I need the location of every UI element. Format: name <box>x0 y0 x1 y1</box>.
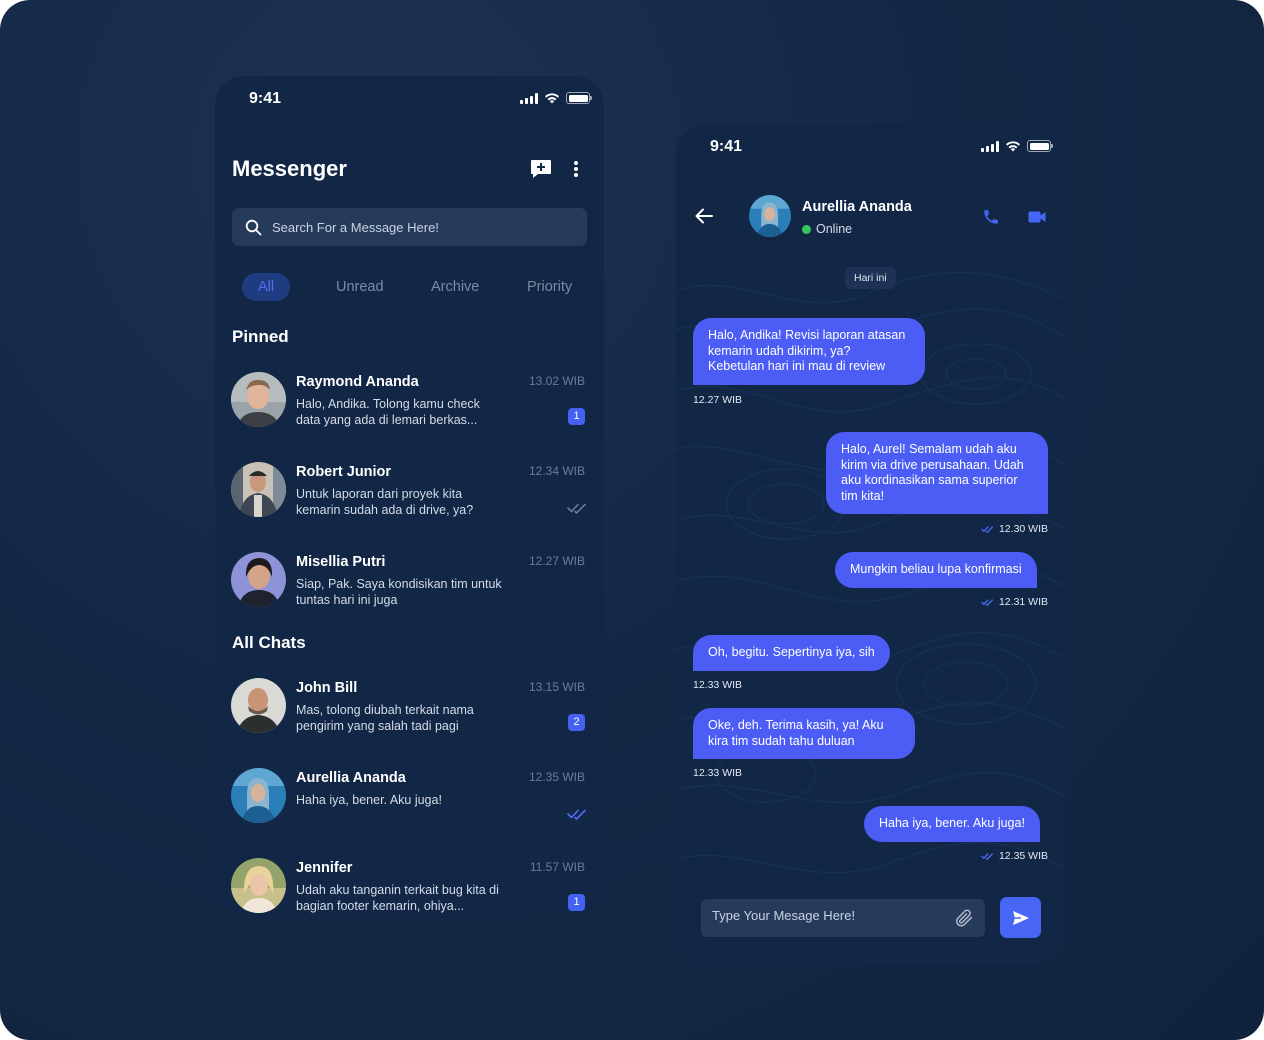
message-input[interactable] <box>712 908 942 923</box>
cellular-signal-icon <box>981 140 999 152</box>
message-composer <box>701 899 985 937</box>
message-bubble-incoming: Oh, begitu. Sepertinya iya, sih <box>693 635 890 671</box>
message-bubble-outgoing: Mungkin beliau lupa konfirmasi <box>835 552 1037 588</box>
back-arrow-icon[interactable] <box>695 208 713 224</box>
message-time: 13.15 WIB <box>528 680 585 694</box>
contact-name: Jennifer <box>296 860 353 876</box>
wifi-icon <box>545 93 559 104</box>
message-time: 12.34 WIB <box>528 464 585 478</box>
read-check-icon <box>981 526 994 533</box>
message-time-row: 12.35 WIB <box>981 850 1048 862</box>
chat-item-john-bill[interactable]: John Bill Mas, tolong diubah terkait nam… <box>231 678 587 740</box>
status-bar: 9:41 <box>676 124 1065 168</box>
message-time: 12.33 WIB <box>693 767 743 779</box>
tab-all[interactable]: All <box>242 273 291 301</box>
message-preview: Mas, tolong diubah terkait nama pengirim… <box>296 703 474 733</box>
contact-status-text: Online <box>816 222 853 236</box>
all-chats-section-title: All Chats <box>232 633 306 652</box>
unread-count-badge: 1 <box>568 408 585 425</box>
read-check-icon <box>567 809 586 820</box>
wifi-icon <box>1006 141 1020 152</box>
chat-item-jennifer[interactable]: Jennifer Udah aku tanganin terkait bug k… <box>231 858 587 915</box>
chat-item-misellia-putri[interactable]: Misellia Putri Siap, Pak. Saya kondisika… <box>231 552 587 614</box>
tab-unread[interactable]: Unread <box>336 273 384 301</box>
filter-tabs: All Unread Archive Priority <box>242 273 587 301</box>
battery-icon <box>566 92 592 104</box>
search-icon <box>245 219 262 235</box>
send-button[interactable] <box>1000 897 1041 938</box>
avatar <box>231 462 286 517</box>
read-check-icon <box>981 853 994 860</box>
read-check-icon <box>567 503 586 514</box>
new-message-icon[interactable] <box>530 159 552 179</box>
message-bubble-incoming: Oke, deh. Terima kasih, ya! Aku kira tim… <box>693 708 915 759</box>
unread-count-badge: 2 <box>568 714 585 731</box>
date-separator: Hari ini <box>845 267 896 289</box>
messenger-list-screen: 9:41 Messenger All Unread Archive Priori… <box>215 76 604 915</box>
search-input[interactable] <box>272 219 552 235</box>
background-canvas: 9:41 Messenger All Unread Archive Priori… <box>0 0 1264 1040</box>
message-time: 12.30 WIB <box>998 523 1048 535</box>
message-time: 12.35 WIB <box>528 770 585 784</box>
chat-item-raymond-ananda[interactable]: Raymond Ananda Halo, Andika. Tolong kamu… <box>231 372 587 434</box>
contact-avatar[interactable] <box>749 195 791 237</box>
contact-name: Aurellia Ananda <box>296 770 406 786</box>
message-time-row: 12.30 WIB <box>981 523 1048 535</box>
message-time: 12.27 WIB <box>693 394 743 406</box>
message-bubble-outgoing: Haha iya, bener. Aku juga! <box>864 806 1040 842</box>
attachment-icon[interactable] <box>953 907 975 929</box>
message-time: 11.57 WIB <box>529 860 585 874</box>
contact-status: Online <box>802 222 852 236</box>
contact-name: Robert Junior <box>296 464 392 480</box>
status-time: 9:41 <box>249 90 282 107</box>
message-time: 12.27 WIB <box>528 554 585 568</box>
message-preview: Siap, Pak. Saya kondisikan tim untuk tun… <box>296 577 502 607</box>
video-call-icon[interactable] <box>1028 210 1046 224</box>
message-preview: Halo, Andika. Tolong kamu check data yan… <box>296 397 480 427</box>
chat-item-robert-junior[interactable]: Robert Junior Untuk laporan dari proyek … <box>231 462 587 524</box>
message-time: 12.33 WIB <box>693 679 743 691</box>
status-time: 9:41 <box>710 138 743 155</box>
message-bubble-outgoing: Halo, Aurel! Semalam udah aku kirim via … <box>826 432 1048 514</box>
conversation-screen: 9:41 Aurellia Ananda Online Hari ini Hal… <box>676 124 1065 964</box>
chat-item-aurellia-ananda[interactable]: Aurellia Ananda Haha iya, bener. Aku jug… <box>231 768 587 830</box>
avatar <box>231 372 286 427</box>
avatar <box>231 552 286 607</box>
online-dot-icon <box>802 224 811 234</box>
status-bar: 9:41 <box>215 76 604 120</box>
search-bar <box>232 208 587 246</box>
read-check-icon <box>981 599 994 606</box>
pinned-section-title: Pinned <box>232 327 289 346</box>
phone-call-icon[interactable] <box>982 208 1000 226</box>
more-options-icon[interactable] <box>568 159 584 179</box>
message-preview: Udah aku tanganin terkait bug kita di ba… <box>296 883 499 913</box>
message-preview: Untuk laporan dari proyek kita kemarin s… <box>296 487 474 517</box>
avatar <box>231 858 286 913</box>
message-time: 13.02 WIB <box>528 374 585 388</box>
avatar <box>231 678 286 733</box>
send-icon <box>1012 910 1029 925</box>
message-time-row: 12.31 WIB <box>981 596 1048 608</box>
unread-count-badge: 1 <box>568 894 585 911</box>
tab-priority[interactable]: Priority <box>527 273 572 301</box>
message-time: 12.35 WIB <box>998 850 1048 862</box>
contact-name: John Bill <box>296 680 358 696</box>
tab-archive[interactable]: Archive <box>431 273 479 301</box>
message-time: 12.31 WIB <box>998 596 1048 608</box>
page-title: Messenger <box>232 156 347 181</box>
contact-name: Aurellia Ananda <box>802 199 912 215</box>
message-bubble-incoming: Halo, Andika! Revisi laporan atasan kema… <box>693 318 925 385</box>
battery-icon <box>1027 140 1053 152</box>
avatar <box>231 768 286 823</box>
cellular-signal-icon <box>520 92 538 104</box>
message-preview: Haha iya, bener. Aku juga! <box>296 793 442 807</box>
contact-name: Misellia Putri <box>296 554 386 570</box>
contact-name: Raymond Ananda <box>296 374 419 390</box>
